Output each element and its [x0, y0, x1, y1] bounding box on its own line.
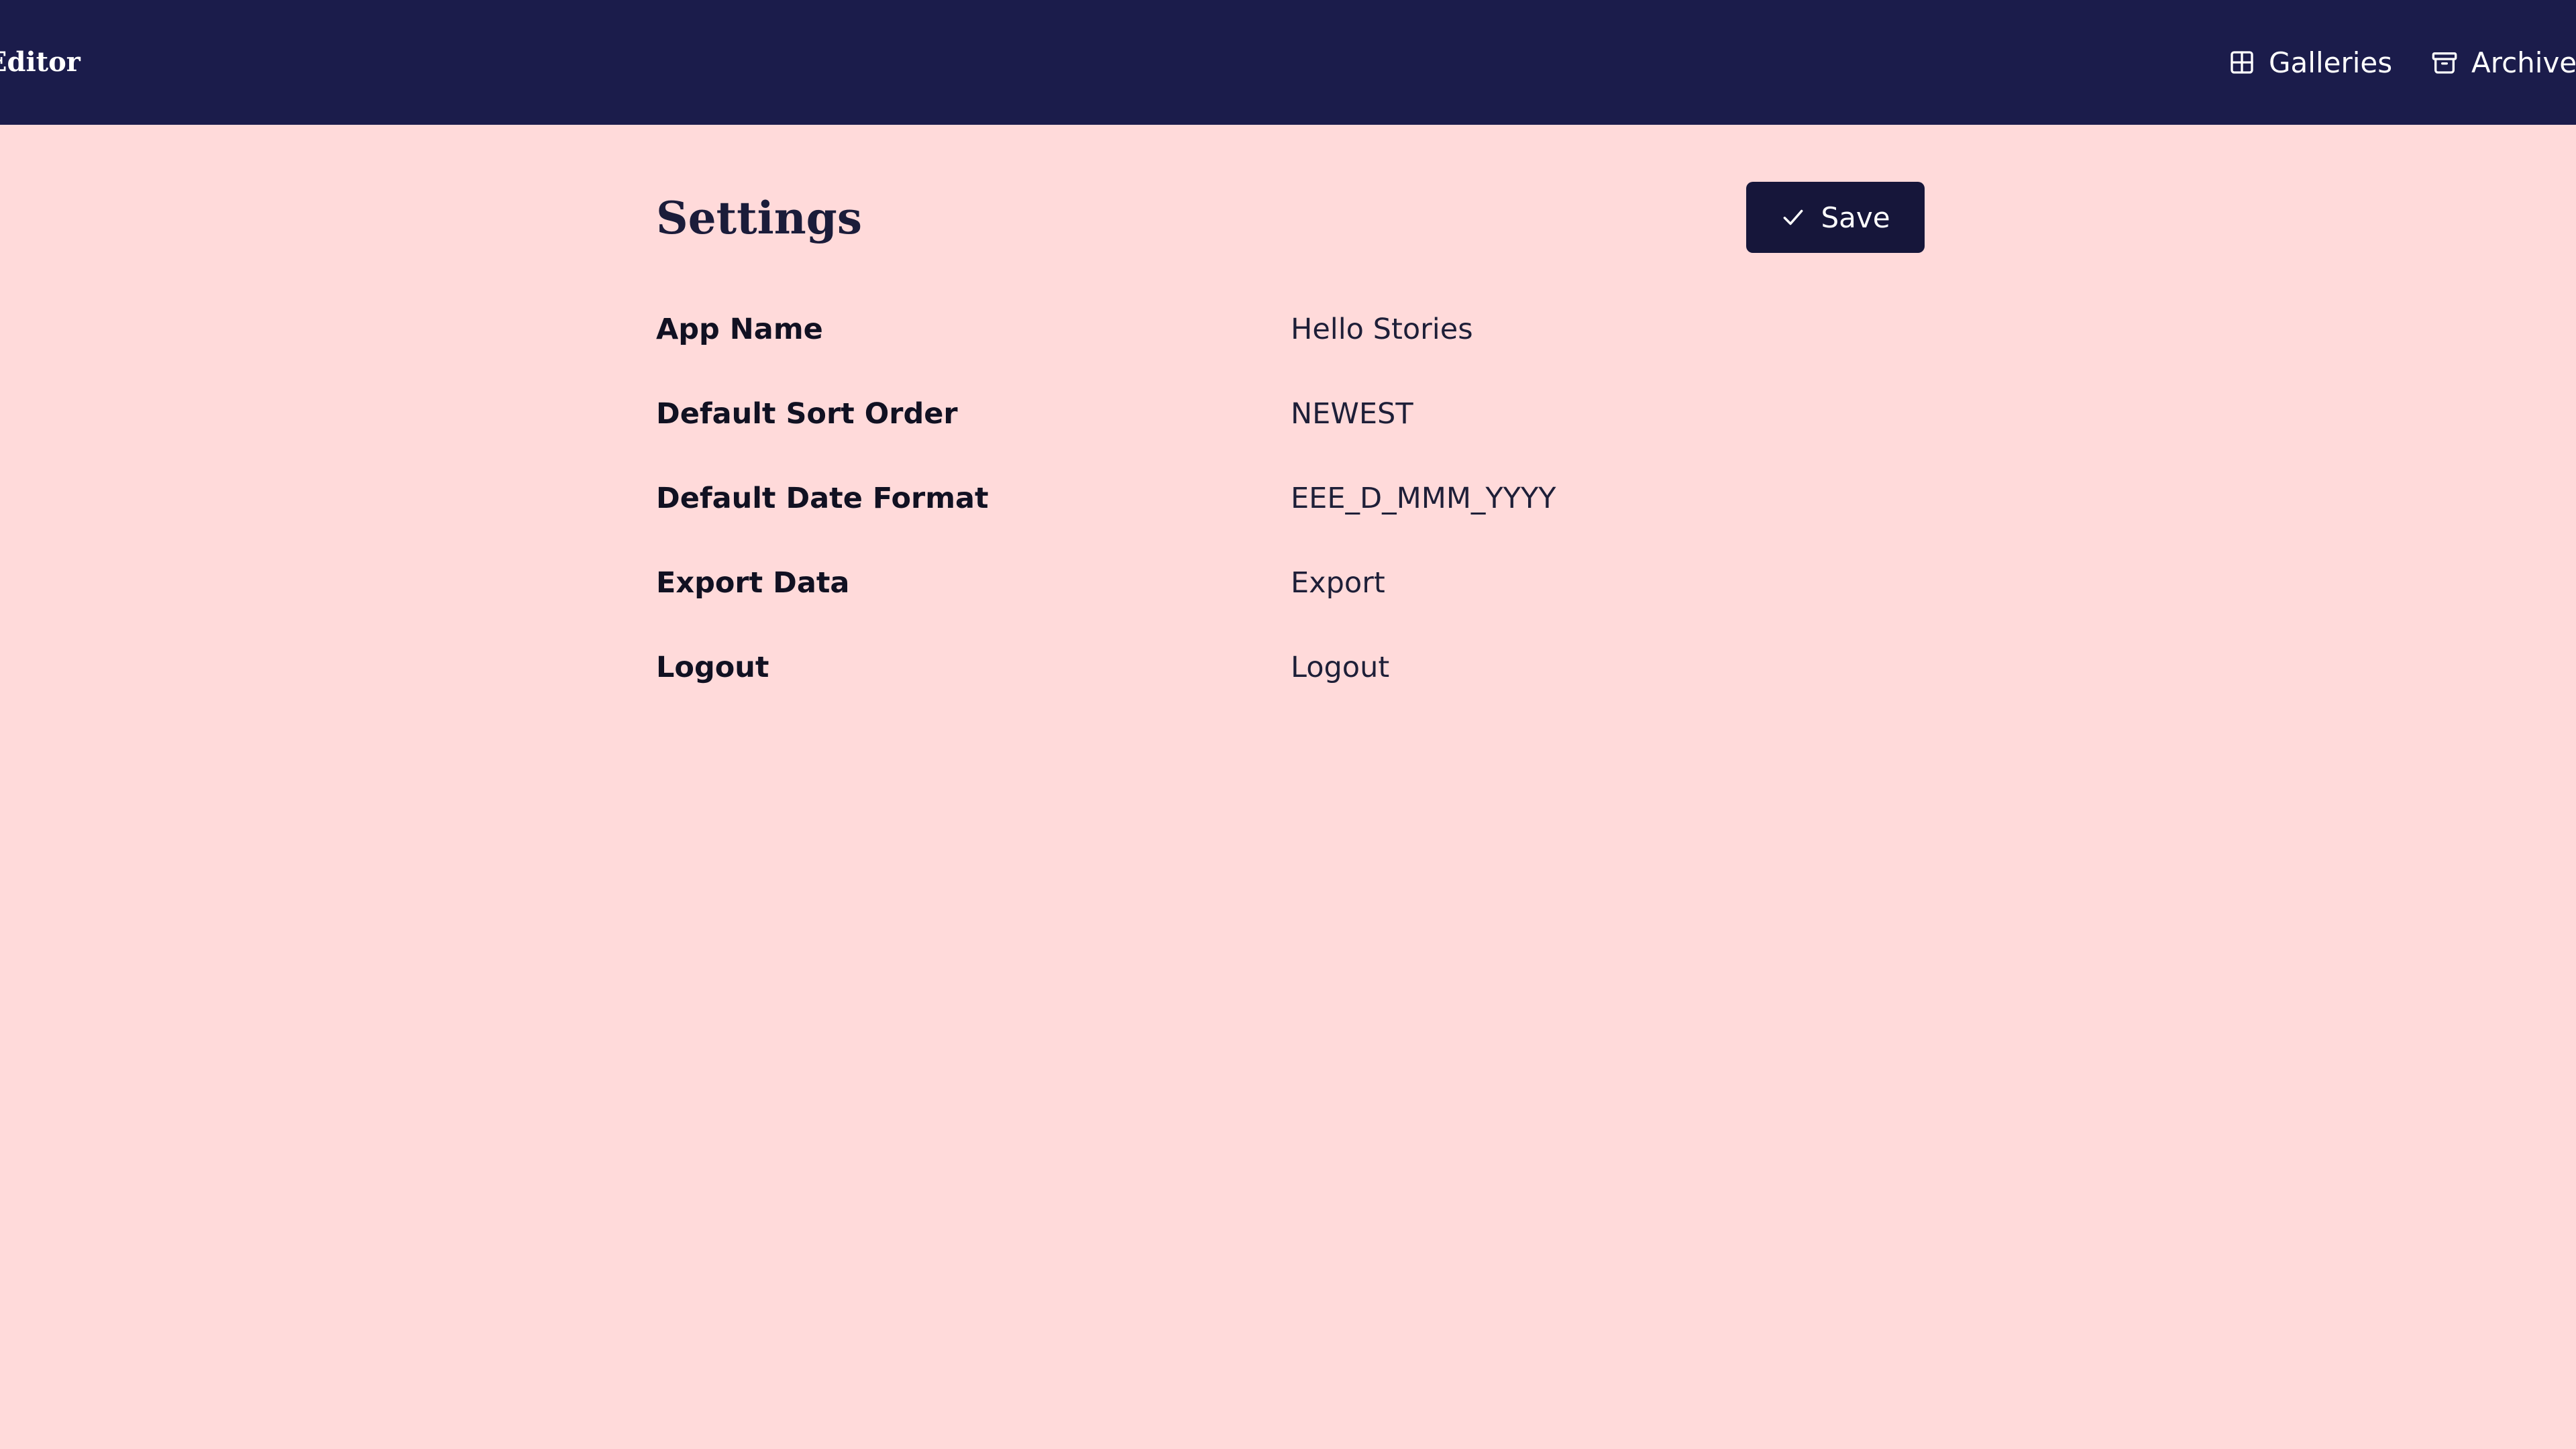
setting-label: Default Date Format [656, 482, 989, 515]
nav-galleries[interactable]: Galleries [2229, 0, 2392, 125]
setting-label: Export Data [656, 566, 850, 600]
setting-row-date-format: Default Date Format EEE_D_MMM_YYYY [656, 468, 1931, 529]
setting-row-app-name: App Name Hello Stories [656, 299, 1931, 360]
nav-archive[interactable]: Archive [2431, 0, 2576, 125]
app-name-value[interactable]: Hello Stories [1291, 313, 1473, 346]
sort-order-value[interactable]: NEWEST [1291, 397, 1413, 431]
setting-row-export-data: Export Data Export [656, 553, 1931, 613]
app-brand[interactable]: Editor [0, 0, 80, 125]
grid-icon [2231, 51, 2253, 74]
setting-label: Logout [656, 651, 769, 684]
setting-row-logout: Logout Logout [656, 637, 1931, 698]
page-title: Settings [656, 192, 862, 244]
nav-galleries-label: Galleries [2269, 46, 2393, 79]
check-icon [1784, 209, 1803, 225]
top-nav-bar: Editor Galleries Archive [0, 0, 2576, 125]
export-link[interactable]: Export [1291, 566, 1385, 600]
save-button-label: Save [1821, 201, 1890, 234]
setting-label: App Name [656, 313, 823, 346]
date-format-value[interactable]: EEE_D_MMM_YYYY [1291, 482, 1556, 515]
setting-label: Default Sort Order [656, 397, 958, 431]
setting-row-sort-order: Default Sort Order NEWEST [656, 384, 1931, 444]
archive-icon [2432, 52, 2457, 74]
nav-archive-label: Archive [2471, 46, 2576, 79]
save-button[interactable]: Save [1746, 182, 1925, 253]
logout-link[interactable]: Logout [1291, 651, 1389, 684]
